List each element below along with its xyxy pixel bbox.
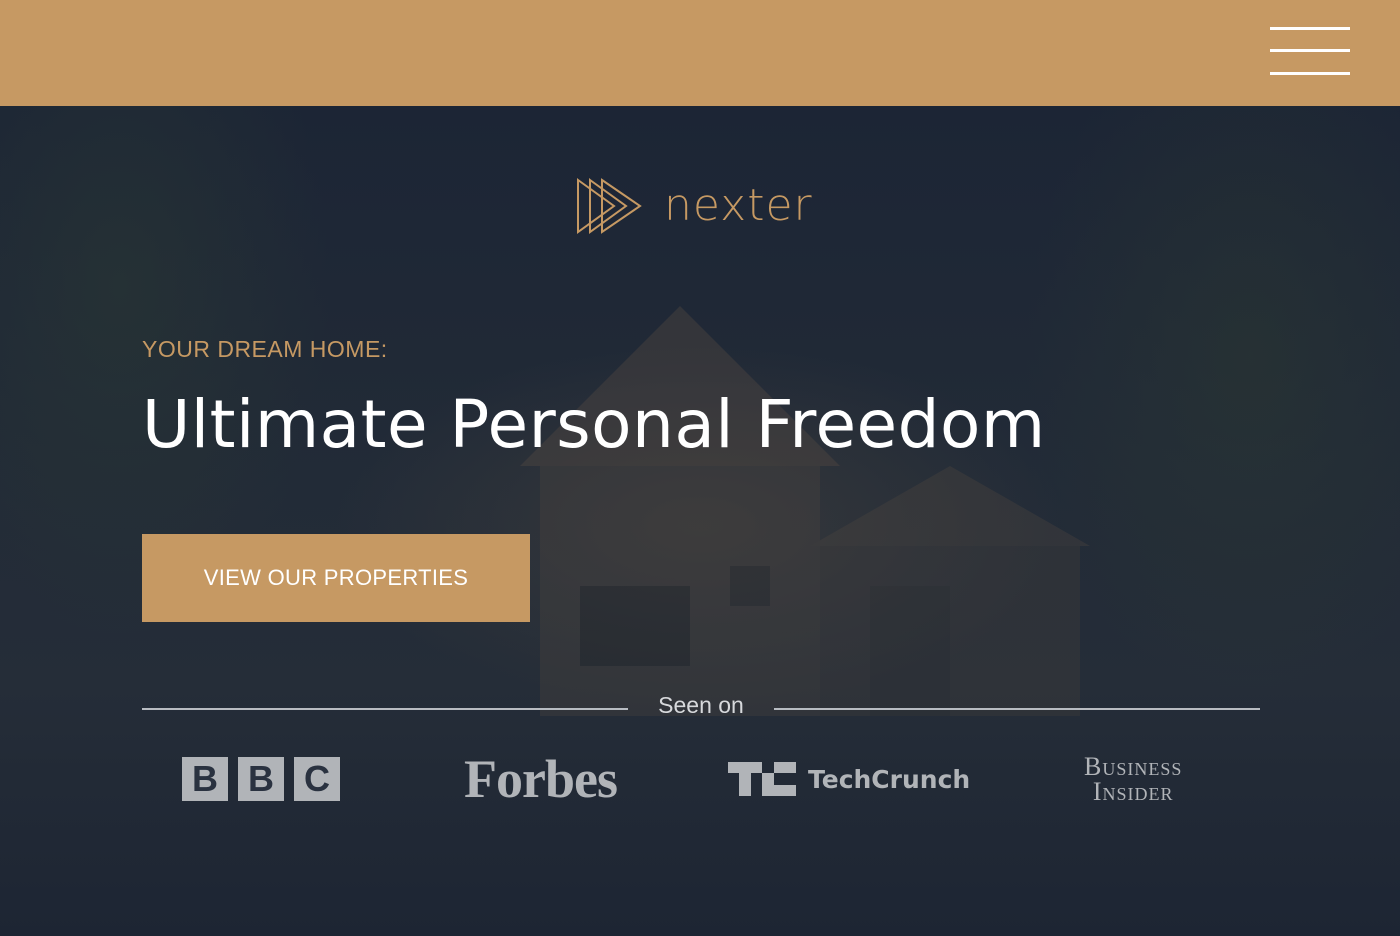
hero-headline: Ultimate Personal Freedom: [142, 386, 1046, 463]
business-insider-line-2: Insider: [1092, 777, 1174, 806]
techcrunch-logo: TechCrunch: [728, 744, 970, 814]
hero-subtitle: Your dream home:: [142, 336, 388, 362]
house-background-image: [520, 306, 1090, 716]
techcrunch-text: TechCrunch: [808, 764, 971, 794]
bbc-letter-b2: B: [238, 757, 284, 801]
business-insider-line-1: Business: [1084, 752, 1183, 781]
triple-triangle-logo-icon: [577, 178, 642, 234]
seen-on-label: Seen on: [658, 692, 744, 718]
techcrunch-icon: [728, 762, 796, 796]
bbc-letter-b1: B: [182, 757, 228, 801]
press-logos: B B C Forbes TechCrunch Business Insider: [142, 744, 1260, 814]
hamburger-icon-line-2: [1270, 49, 1350, 52]
logo-text: nexter: [664, 180, 813, 231]
divider-line-right: [774, 708, 1260, 710]
nexter-logo[interactable]: nexter: [576, 176, 836, 236]
bbc-logo: B B C: [182, 744, 350, 814]
hamburger-icon-line-1: [1270, 27, 1350, 30]
forbes-logo: Forbes: [464, 749, 618, 809]
business-insider-logo: Business Insider: [1084, 744, 1182, 814]
seen-on-divider: Seen on: [142, 690, 1260, 726]
top-navigation-bar: [0, 0, 1400, 106]
hamburger-icon-line-3: [1270, 72, 1350, 75]
view-properties-button[interactable]: View our properties: [142, 534, 530, 622]
bbc-letter-c: C: [294, 757, 340, 801]
hamburger-menu-button[interactable]: [1270, 27, 1350, 77]
divider-line-left: [142, 708, 628, 710]
